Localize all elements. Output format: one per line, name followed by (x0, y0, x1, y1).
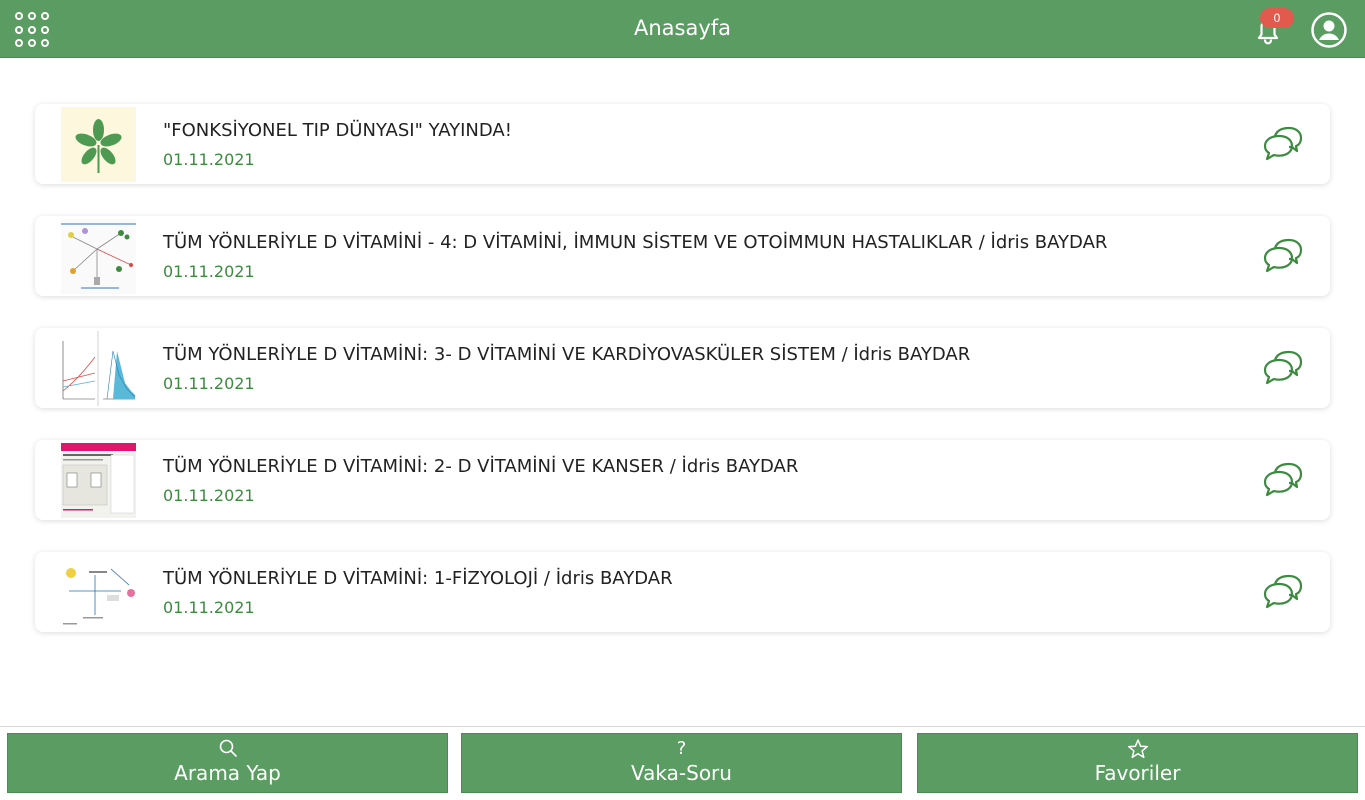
list-item[interactable]: TÜM YÖNLERİYLE D VİTAMİNİ: 1-FİZYOLOJİ /… (35, 552, 1330, 632)
case-question-button[interactable]: ? Vaka-Soru (461, 733, 902, 793)
comments-icon[interactable] (1261, 460, 1305, 500)
post-list: "FONKSİYONEL TIP DÜNYASI" YAYINDA! 01.11… (35, 104, 1330, 664)
physiology-diagram-thumbnail-image (63, 568, 135, 625)
list-item[interactable]: TÜM YÖNLERİYLE D VİTAMİNİ - 4: D VİTAMİN… (35, 216, 1330, 296)
post-title: TÜM YÖNLERİYLE D VİTAMİNİ: 1-FİZYOLOJİ /… (163, 568, 673, 589)
top-bar: Anasayfa 0 (0, 0, 1365, 58)
post-thumbnail (61, 219, 136, 294)
post-thumbnail (61, 555, 136, 630)
search-button[interactable]: Arama Yap (7, 733, 448, 793)
post-thumbnail (61, 107, 136, 182)
post-date: 01.11.2021 (163, 262, 255, 281)
page-title: Anasayfa (633, 16, 732, 40)
post-title: TÜM YÖNLERİYLE D VİTAMİNİ: 2- D VİTAMİNİ… (163, 456, 799, 477)
post-thumbnail (61, 443, 136, 518)
diagram-thumbnail-image (61, 223, 136, 289)
article-thumbnail-image (61, 443, 136, 514)
search-icon (8, 738, 447, 760)
post-date: 01.11.2021 (163, 150, 255, 169)
list-item[interactable]: TÜM YÖNLERİYLE D VİTAMİNİ: 3- D VİTAMİNİ… (35, 328, 1330, 408)
post-date: 01.11.2021 (163, 374, 255, 393)
user-account-icon[interactable] (1310, 11, 1348, 49)
case-question-button-label: Vaka-Soru (631, 761, 732, 785)
post-title: TÜM YÖNLERİYLE D VİTAMİNİ - 4: D VİTAMİN… (163, 232, 1108, 253)
list-item[interactable]: TÜM YÖNLERİYLE D VİTAMİNİ: 2- D VİTAMİNİ… (35, 440, 1330, 520)
comments-icon[interactable] (1261, 572, 1305, 612)
bottom-divider (0, 726, 1365, 727)
comments-icon[interactable] (1261, 124, 1305, 164)
search-button-label: Arama Yap (174, 761, 281, 785)
post-title: TÜM YÖNLERİYLE D VİTAMİNİ: 3- D VİTAMİNİ… (163, 344, 971, 365)
post-date: 01.11.2021 (163, 598, 255, 617)
comments-icon[interactable] (1261, 236, 1305, 276)
post-date: 01.11.2021 (163, 486, 255, 505)
favorites-button[interactable]: Favoriler (917, 733, 1358, 793)
question-icon: ? (676, 738, 687, 759)
comments-icon[interactable] (1261, 348, 1305, 388)
notification-badge: 0 (1260, 8, 1294, 28)
post-thumbnail (61, 331, 136, 406)
chart-thumbnail-image (62, 331, 136, 406)
post-title: "FONKSİYONEL TIP DÜNYASI" YAYINDA! (163, 120, 512, 141)
favorites-button-label: Favoriler (1094, 761, 1181, 785)
list-item[interactable]: "FONKSİYONEL TIP DÜNYASI" YAYINDA! 01.11… (35, 104, 1330, 184)
star-outline-icon (918, 738, 1357, 760)
leaf-logo-icon (75, 119, 122, 173)
